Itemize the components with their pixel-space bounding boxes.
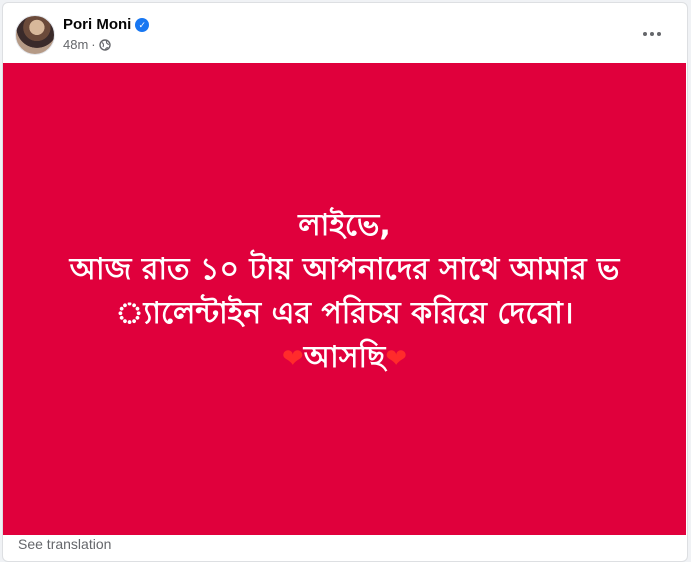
post-line-1: লাইভে, bbox=[298, 207, 391, 243]
post-header: Pori Moni ✓ 48m · bbox=[3, 3, 687, 63]
meta-separator: · bbox=[91, 37, 96, 52]
author-name-row: Pori Moni ✓ bbox=[63, 16, 150, 33]
post-time[interactable]: 48m bbox=[63, 37, 88, 52]
more-options-icon[interactable] bbox=[635, 17, 669, 51]
post-line-2: আজ রাত ১০ টায় আপনাদের সাথে আমার ভ bbox=[69, 251, 620, 287]
more-dot bbox=[643, 32, 647, 36]
post-line-4: ❤আসছি❤ bbox=[25, 336, 665, 381]
post-text-content: লাইভে, আজ রাত ১০ টায় আপনাদের সাথে আমার … bbox=[25, 204, 665, 381]
more-dot bbox=[657, 32, 661, 36]
post-card: Pori Moni ✓ 48m · লাইভে, আজ রাত ১০ টায় … bbox=[2, 2, 688, 562]
globe-icon[interactable] bbox=[98, 38, 111, 51]
verified-badge-icon: ✓ bbox=[135, 17, 150, 32]
author-name[interactable]: Pori Moni bbox=[63, 16, 131, 33]
post-meta: 48m · bbox=[63, 37, 111, 52]
post-text-image[interactable]: লাইভে, আজ রাত ১০ টায় আপনাদের সাথে আমার … bbox=[3, 63, 686, 535]
more-dot bbox=[650, 32, 654, 36]
heart-icon: ❤ bbox=[385, 343, 408, 374]
heart-icon: ❤ bbox=[281, 343, 304, 374]
post-line-3: ্যালেন্টাইন এর পরিচয় করিয়ে দেবো। bbox=[115, 295, 574, 331]
post-line-4-text: আসছি bbox=[303, 339, 386, 375]
author-avatar[interactable] bbox=[15, 15, 55, 55]
see-translation-link[interactable]: See translation bbox=[18, 536, 111, 552]
